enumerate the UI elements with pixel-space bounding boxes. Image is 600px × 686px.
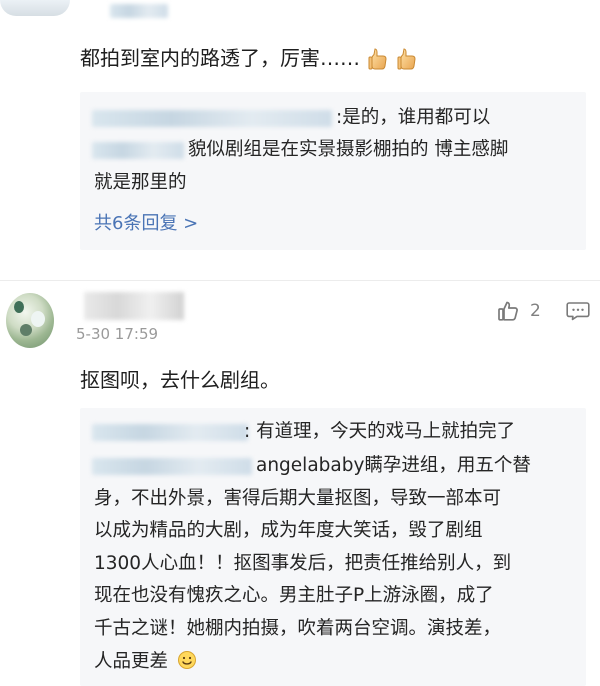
first-comment-text: 都拍到室内的路透了，厉害…… <box>80 46 417 71</box>
reply-author-blur <box>92 110 332 127</box>
timestamp: 5-30 17:59 <box>76 325 159 343</box>
reply-author-blur <box>92 458 252 475</box>
reply-line: 千古之谜！她棚内拍摄，吹着两台空调。演技差， <box>94 618 502 639</box>
thumbs-up-outline-icon <box>496 299 520 323</box>
reply-last-line: 人品更差 <box>94 650 197 673</box>
reply-line: 就是那里的 <box>94 172 187 193</box>
second-comment-text: 抠图呗，去什么剧组。 <box>80 368 280 392</box>
top-strip <box>0 0 600 26</box>
like-count: 2 <box>530 301 541 321</box>
reply-line: 以成为精品的大剧，成为年度大笑话，毁了剧组 <box>94 520 483 541</box>
thumbs-up-icon <box>368 47 388 71</box>
comment-divider <box>0 280 600 281</box>
reply-line: 貌似剧组是在实景摄影棚拍的 博主感脚 <box>188 139 509 160</box>
avatar[interactable] <box>6 293 54 348</box>
avatar-detail <box>14 301 24 313</box>
avatar-detail <box>20 324 32 336</box>
first-reply-box: :是的，谁用都可以 貌似剧组是在实景摄影棚拍的 博主感脚 就是那里的 共6条回复… <box>80 92 586 250</box>
reply-line: 身，不出外景，害得后期大量抠图，导致一部本可 <box>94 488 502 509</box>
reply-line: : 有道理，今天的戏马上就拍完了 <box>244 421 516 442</box>
avatar-detail <box>31 311 45 327</box>
thumbs-up-icon <box>397 47 417 71</box>
more-replies-link[interactable]: 共6条回复 > <box>94 213 198 235</box>
username-blur <box>84 292 184 320</box>
comment-icon[interactable] <box>566 301 590 321</box>
reply-line: 人品更差 <box>94 651 169 672</box>
reply-author-blur <box>92 424 248 441</box>
smiley-icon <box>177 650 197 670</box>
reply-author-blur <box>92 142 184 159</box>
reply-line: :是的，谁用都可以 <box>336 107 491 128</box>
top-name-blur <box>110 4 168 18</box>
second-reply-box: : 有道理，今天的戏马上就拍完了 angelababy瞒孕进组，用五个替 身，不… <box>80 408 586 686</box>
like-button[interactable]: 2 <box>496 299 550 323</box>
previous-avatar-fragment <box>0 0 70 16</box>
reply-line: 1300人心血！！抠图事发后，把责任推给别人，到 <box>94 553 512 574</box>
reply-line: 现在也没有愧疚之心。男主肚子P上游泳圈，成了 <box>94 585 494 606</box>
first-comment-body: 都拍到室内的路透了，厉害…… <box>80 46 360 70</box>
reply-line: angelababy瞒孕进组，用五个替 <box>256 455 531 476</box>
